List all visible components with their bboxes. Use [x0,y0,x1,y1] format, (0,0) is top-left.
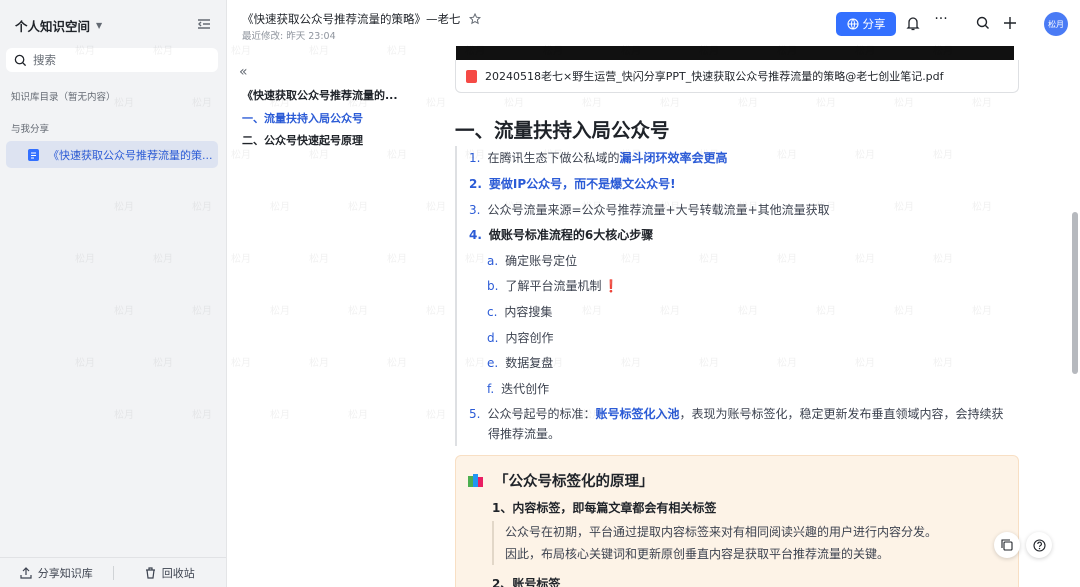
list-item: 2. 要做IP公众号，而不是爆文公众号! [469,176,676,192]
kb-directory-label: 知识库目录（暂无内容） [11,92,116,103]
list-text: 内容创作 [505,331,554,345]
sidebar: 个人知识空间 ▼ 搜索 知识库目录（暂无内容） 与我分享 《快速获取公众号推荐流… [0,0,227,587]
list-text: 确定账号定位 [505,254,578,268]
list-num: c. [487,305,498,319]
search-input[interactable]: 搜索 [6,48,218,72]
list-text: 迭代创作 [501,382,550,396]
share-button-label: 分享 [862,17,886,31]
books-icon [468,473,483,487]
callout-subheading-2: 2、账号标签 [492,577,561,587]
add-icon[interactable] [1002,15,1018,31]
trash-icon [145,566,155,579]
list-text-tail: ，表现为账号标签化，稳定更新发布垂直领域内容，会持续获 [679,407,1004,421]
list-num: b. [487,279,499,293]
table-of-contents: « 《快速获取公众号推荐流量的... 一、流量扶持入局公众号 二、公众号快速起号… [227,46,437,587]
callout-subheading-1: 1、内容标签，即每篇文章都会有相关标签 [492,501,717,515]
list-item: a. 确定账号定位 [487,253,577,269]
callout-quote-1: 公众号在初期，平台通过提取内容标签来对有相同阅读兴趣的用户进行内容分发。 [492,521,1002,543]
pdf-attachment[interactable]: 20240518老七×野生运营_快闪分享PPT_快速获取公众号推荐流量的策略@老… [455,60,1019,93]
attachment-name: 20240518老七×野生运营_快闪分享PPT_快速获取公众号推荐流量的策略@老… [485,70,944,83]
bullet-list: 1. 在腾讯生态下做公私域的漏斗闭环效率会更高 2. 要做IP公众号，而不是爆文公众… [455,146,1055,446]
list-num: d. [487,331,499,345]
collapse-sidebar-icon[interactable] [196,16,212,32]
list-num: 2. [469,177,482,191]
section-heading: 一、流量扶持入局公众号 [455,119,670,142]
callout-title: 「公众号标签化的原理」 [494,474,654,490]
document-body: 20240518老七×野生运营_快闪分享PPT_快速获取公众号推荐流量的策略@老… [437,46,1062,587]
exclamation-icon: ❗ [603,279,619,293]
list-link[interactable]: 漏斗闭环效率会更高 [619,151,727,165]
trash-label: 回收站 [161,566,195,580]
list-item: b. 了解平台流量机制 ❗ [487,278,618,294]
chevron-down-icon: ▼ [96,21,103,30]
list-item: 4. 做账号标准流程的6大核心步骤 [469,227,653,243]
scrollbar-thumb[interactable] [1072,212,1078,374]
list-num: 1. [469,151,481,165]
top-bar: 《快速获取公众号推荐流量的策略》—老七 最近修改: 昨天 23:04 分享 ··… [227,0,1080,46]
share-icon [20,566,32,579]
callout-block: 「公众号标签化的原理」 1、内容标签，即每篇文章都会有相关标签 公众号在初期，平… [455,455,1019,587]
last-modified: 最近修改: 昨天 23:04 [242,31,336,42]
help-icon[interactable] [1026,532,1052,558]
scrollbar[interactable] [1071,46,1080,587]
list-text: 做账号标准流程的6大核心步骤 [488,228,654,242]
workspace-switcher[interactable]: 个人知识空间 ▼ [15,16,102,35]
sidebar-footer: 分享知识库 回收站 [0,557,226,587]
callout-quote-2: 因此，布局核心关键词和更新原创垂直内容是获取平台推荐流量的关键。 [492,543,1002,565]
share-kb-label: 分享知识库 [37,566,93,580]
doc-icon [28,148,39,161]
toc-item-title[interactable]: 《快速获取公众号推荐流量的... [242,87,398,103]
list-num: 4. [469,228,482,242]
search-icon [14,54,27,66]
globe-icon [846,18,859,30]
list-text: 公众号流量来源=公众号推荐流量+大号转载流量+其他流量获取 [487,203,830,217]
toc-collapse-icon[interactable]: « [239,64,248,80]
doc-title[interactable]: 《快速获取公众号推荐流量的策略》—老七 [242,11,461,27]
list-item: 1. 在腾讯生态下做公私域的漏斗闭环效率会更高 [469,150,727,166]
copy-icon[interactable] [994,532,1020,558]
shared-doc-item[interactable]: 《快速获取公众号推荐流量的策... [6,141,218,168]
list-num: 5. [469,407,481,421]
list-text: 数据复盘 [505,356,554,370]
shared-with-me-label: 与我分享 [11,124,50,135]
workspace-title: 个人知识空间 [15,19,91,34]
list-item: d. 内容创作 [487,330,553,346]
list-item: 3. 公众号流量来源=公众号推荐流量+大号转载流量+其他流量获取 [469,202,830,218]
share-button[interactable]: 分享 [836,12,896,36]
avatar[interactable]: 松月 [1044,12,1068,36]
list-link[interactable]: 账号标签化入池 [595,407,679,421]
list-num: 3. [469,203,481,217]
list-item: c. 内容搜集 [487,304,552,320]
list-num: a. [487,254,499,268]
search-placeholder: 搜索 [33,53,56,67]
toc-item-section-2[interactable]: 二、公众号快速起号原理 [242,132,363,148]
pdf-icon [466,69,477,83]
bell-icon[interactable] [905,15,921,31]
list-item: 5. 公众号起号的标准：账号标签化入池，表现为账号标签化，稳定更新发布垂直领域内容… [469,406,1004,422]
shared-doc-label: 《快速获取公众号推荐流量的策... [48,148,213,162]
search-doc-icon[interactable] [975,15,991,31]
star-icon[interactable] [468,13,481,25]
list-text: 了解平台流量机制 [505,279,602,293]
more-icon[interactable]: ··· [933,11,949,27]
trash-button[interactable]: 回收站 [114,565,227,581]
list-num: f. [487,382,495,396]
share-kb-button[interactable]: 分享知识库 [0,565,113,581]
list-item-continued: 得推荐流量。 [488,427,561,441]
list-text: 要做IP公众号，而不是爆文公众号! [488,177,676,191]
list-num: e. [487,356,499,370]
doc-title-row: 《快速获取公众号推荐流量的策略》—老七 [242,11,481,27]
list-item: f. 迭代创作 [487,381,549,397]
list-item: e. 数据复盘 [487,355,553,371]
toc-item-section-1[interactable]: 一、流量扶持入局公众号 [242,110,363,126]
list-text: 内容搜集 [504,305,553,319]
embedded-image[interactable] [456,46,1014,60]
list-text: 在腾讯生态下做公私域的 [487,151,620,165]
list-text: 公众号起号的标准： [487,407,596,421]
callout-title-row: 「公众号标签化的原理」 [468,470,654,491]
